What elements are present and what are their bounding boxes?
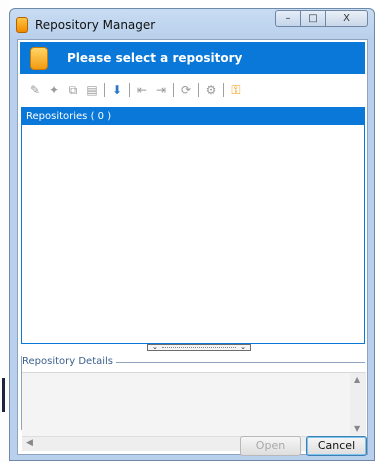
window-title: Repository Manager	[35, 18, 156, 32]
background-window-bar	[2, 378, 5, 412]
caption-buttons: – □ X	[275, 10, 368, 27]
new-icon[interactable]: ✦	[47, 83, 61, 97]
open-button[interactable]: Open	[240, 436, 301, 456]
database-icon	[30, 47, 48, 70]
repositories-list-header: Repositories ( 0 )	[22, 108, 364, 125]
toolbar-separator	[173, 83, 174, 97]
chevron-down-icon: ⌄	[152, 343, 158, 351]
cancel-button[interactable]: Cancel	[306, 436, 367, 456]
toolbar-separator	[198, 83, 199, 97]
repositories-list[interactable]: Repositories ( 0 )	[21, 107, 365, 344]
scroll-up-icon[interactable]: ▲	[354, 375, 360, 384]
toolbar-separator	[129, 83, 130, 97]
dialog-title: Please select a repository	[67, 51, 243, 65]
maximize-button[interactable]: □	[300, 10, 326, 27]
scroll-left-icon[interactable]: ◀	[26, 438, 33, 448]
export-in-icon[interactable]: ⇤	[135, 83, 149, 97]
background-window-edge	[0, 0, 9, 463]
chevron-down-icon: ⌄	[240, 343, 246, 351]
paste-icon[interactable]: ▤	[85, 83, 99, 97]
dialog-header: Please select a repository	[20, 42, 365, 74]
scroll-down-icon[interactable]: ▼	[354, 424, 360, 433]
dialog-client-area: Please select a repository ✎ ✦ ⧉ ▤ ⬇ ⇤ ⇥…	[17, 39, 368, 456]
import-icon[interactable]: ⬇	[110, 83, 124, 97]
panel-splitter[interactable]: ⌄ ⌄	[147, 344, 251, 351]
close-button[interactable]: X	[325, 10, 368, 27]
copy-icon[interactable]: ⧉	[66, 83, 80, 97]
key-icon[interactable]: ⚿	[229, 83, 243, 97]
toolbar-separator	[223, 83, 224, 97]
app-database-icon	[16, 17, 28, 33]
splitter-grip	[161, 347, 237, 348]
pencil-icon[interactable]: ✎	[28, 83, 42, 97]
minimize-button[interactable]: –	[275, 10, 301, 27]
toolbar: ✎ ✦ ⧉ ▤ ⬇ ⇤ ⇥ ⟳ ⚙ ⚿	[28, 82, 248, 98]
details-vertical-scrollbar[interactable]: ▲ ▼	[350, 373, 366, 435]
settings-icon[interactable]: ⚙	[204, 83, 218, 97]
repository-details-label: Repository Details	[22, 356, 117, 367]
title-bar[interactable]: Repository Manager – □ X	[10, 9, 374, 39]
repository-manager-window: Repository Manager – □ X Please select a…	[9, 8, 375, 461]
export-out-icon[interactable]: ⇥	[154, 83, 168, 97]
refresh-icon[interactable]: ⟳	[179, 83, 193, 97]
toolbar-separator	[104, 83, 105, 97]
repository-details-group: Repository Details ▲ ▼ ◀ ▶	[21, 356, 366, 451]
